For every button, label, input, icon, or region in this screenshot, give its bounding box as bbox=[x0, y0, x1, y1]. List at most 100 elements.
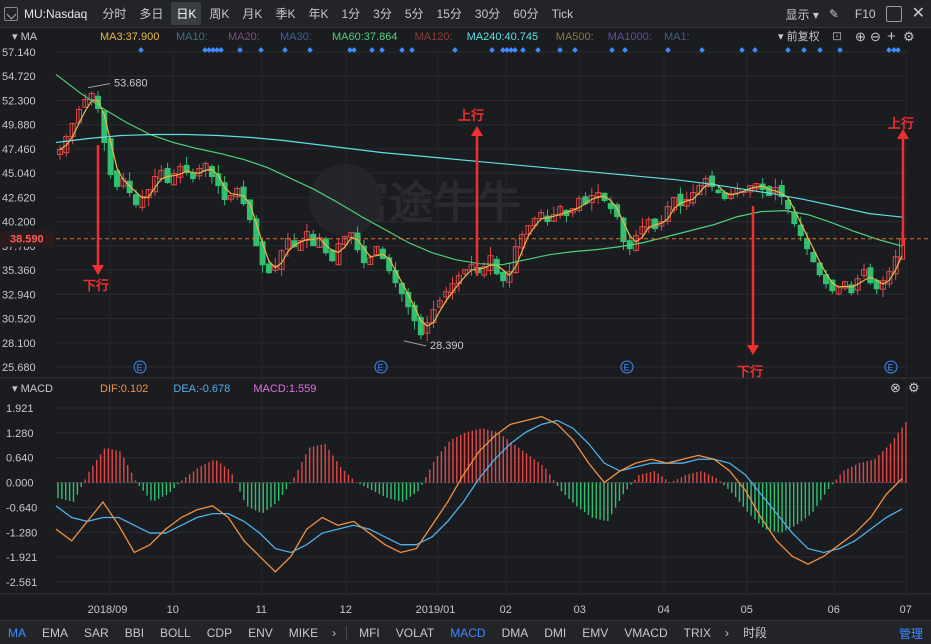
earnings-marker-label-1: E bbox=[378, 363, 384, 373]
candle-body-112 bbox=[766, 186, 773, 197]
period-tab-8[interactable]: 3分 bbox=[368, 2, 397, 25]
dif-line bbox=[55, 415, 903, 573]
arrow-head-1 bbox=[471, 126, 483, 136]
main-indicator-tab-1[interactable]: EMA bbox=[34, 626, 76, 640]
candle-body-12 bbox=[132, 194, 139, 206]
main-ytick-5: 45.040 bbox=[2, 168, 36, 180]
period-tab-11[interactable]: 30分 bbox=[470, 2, 505, 25]
main-indicator-tab-0[interactable]: MA bbox=[0, 626, 34, 640]
top-toolbar: MU:Nasdaq 分时 多日 日K 周K 月K 季K 年K 1分 3分 5分 15分 30分 60分 T… bbox=[0, 0, 931, 28]
high-leader bbox=[87, 83, 111, 89]
candle-body-33 bbox=[265, 263, 272, 274]
ma-legend-8: MA1000: bbox=[608, 31, 652, 43]
watermark-logo bbox=[309, 164, 381, 236]
ma-legend-7: MA500: bbox=[556, 31, 594, 43]
macd-legend-0: DIF:0.102 bbox=[100, 383, 148, 395]
stock-chart[interactable]: ▾ MA MA3:37.900 MA10: MA20: MA30: MA60:37.864… bbox=[0, 28, 931, 620]
main-ytick-2: 52.300 bbox=[2, 95, 36, 107]
candle-body-87 bbox=[607, 203, 614, 210]
main-indicator-label: ▾ MA bbox=[12, 31, 38, 43]
main-indicator-tab-7[interactable]: MIKE bbox=[281, 626, 326, 640]
candle-body-43 bbox=[329, 249, 336, 262]
period-tab-12[interactable]: 60分 bbox=[508, 2, 543, 25]
macd-legend-1: DEA:-0.678 bbox=[173, 383, 230, 395]
xaxis-label-10: 07 bbox=[900, 604, 912, 616]
divider bbox=[346, 625, 348, 640]
more-chevron-icon[interactable]: › bbox=[332, 626, 336, 640]
candle-body-128 bbox=[867, 267, 874, 284]
main-ytick-12: 28.100 bbox=[2, 338, 36, 350]
period-tab-13[interactable]: Tick bbox=[547, 4, 579, 24]
maximize-icon[interactable] bbox=[885, 6, 902, 22]
xaxis-label-7: 04 bbox=[658, 604, 670, 616]
macd-ytick-1: 1.280 bbox=[6, 428, 34, 440]
sub-indicator-tab-5[interactable]: EMV bbox=[574, 626, 616, 640]
indicator-bar: MA EMA SAR BBI BOLL CDP ENV MIKE › MFI VOLAT MACD… bbox=[0, 620, 931, 644]
checkbox-icon[interactable] bbox=[4, 6, 18, 21]
main-indicator-tab-5[interactable]: CDP bbox=[199, 626, 240, 640]
period-tab-10[interactable]: 15分 bbox=[432, 2, 467, 25]
macd-ytick-5: -1.280 bbox=[6, 527, 37, 539]
f10-button[interactable]: F10 bbox=[855, 7, 876, 21]
ma-legend-1: MA10: bbox=[176, 31, 208, 43]
candle-body-53 bbox=[392, 269, 399, 284]
macd-gear-icon: ⚙ bbox=[908, 380, 920, 395]
macd-ytick-2: 0.640 bbox=[6, 453, 34, 465]
candle-body-40 bbox=[310, 233, 317, 247]
period-tab-6[interactable]: 年K bbox=[303, 2, 333, 25]
macd-indicator-label: ▾ MACD bbox=[12, 383, 53, 395]
macd-ytick-6: -1.921 bbox=[6, 552, 37, 564]
sub-indicator-tab-6[interactable]: VMACD bbox=[616, 626, 675, 640]
candle-body-94 bbox=[652, 218, 659, 230]
main-ytick-3: 49.880 bbox=[2, 120, 36, 132]
sub-indicator-tab-4[interactable]: DMI bbox=[536, 626, 574, 640]
main-indicator-tab-3[interactable]: BBI bbox=[117, 626, 152, 640]
period-tab[interactable]: 时段 bbox=[735, 624, 775, 641]
period-tab-1[interactable]: 多日 bbox=[134, 2, 168, 25]
xaxis-label-0: 2018/09 bbox=[88, 604, 128, 616]
symbol-selector[interactable]: MU:Nasdaq bbox=[4, 6, 87, 21]
candle-body-122 bbox=[829, 279, 836, 292]
close-icon[interactable]: ✕ bbox=[912, 6, 925, 22]
display-label: 显示 bbox=[785, 7, 810, 22]
macd-ytick-3: 0.000 bbox=[6, 478, 34, 490]
ma-legend-0: MA3:37.900 bbox=[100, 31, 159, 43]
candle-body-32 bbox=[259, 241, 266, 266]
ma-legend-2: MA20: bbox=[228, 31, 260, 43]
sub-indicator-tab-1[interactable]: VOLAT bbox=[388, 626, 442, 640]
sub-indicator-tab-2[interactable]: MACD bbox=[442, 626, 493, 640]
macd-legend-2: MACD:1.559 bbox=[253, 383, 316, 395]
xaxis-label-9: 06 bbox=[828, 604, 840, 616]
period-tab-7[interactable]: 1分 bbox=[336, 2, 365, 25]
period-tab-4[interactable]: 月K bbox=[237, 2, 267, 25]
add-icon: + bbox=[887, 28, 896, 45]
sub-indicator-tab-0[interactable]: MFI bbox=[351, 626, 388, 640]
sub-indicator-tabs: MFI VOLAT MACD DMA DMI EMV VMACD TRIX bbox=[351, 626, 719, 640]
main-indicator-tab-4[interactable]: BOLL bbox=[152, 626, 199, 640]
sub-indicator-tab-7[interactable]: TRIX bbox=[676, 626, 719, 640]
period-tab-2[interactable]: 日K bbox=[171, 2, 202, 25]
main-indicator-tab-2[interactable]: SAR bbox=[76, 626, 117, 640]
macd-close-icon: ⊗ bbox=[890, 380, 901, 395]
display-menu[interactable]: 显示 ▾ bbox=[785, 6, 818, 23]
candle-body-119 bbox=[810, 252, 817, 263]
zoom-in-icon: ⊕ bbox=[855, 29, 866, 44]
main-ytick-13: 25.680 bbox=[2, 362, 36, 374]
period-tab-3[interactable]: 周K bbox=[204, 2, 234, 25]
low-leader bbox=[403, 340, 427, 347]
manage-button[interactable]: 管理 bbox=[899, 625, 923, 642]
period-tab-9[interactable]: 5分 bbox=[400, 2, 429, 25]
sub-indicator-tab-3[interactable]: DMA bbox=[494, 626, 537, 640]
period-tab-0[interactable]: 分时 bbox=[97, 2, 131, 25]
chart-settings-icon: ⊡ bbox=[832, 29, 842, 43]
main-indicator-tab-6[interactable]: ENV bbox=[240, 626, 281, 640]
more-chevron-icon-2[interactable]: › bbox=[725, 626, 729, 640]
ma-legend-9: MA1: bbox=[664, 31, 690, 43]
macd-ytick-7: -2.561 bbox=[6, 577, 37, 589]
main-ytick-11: 30.520 bbox=[2, 314, 36, 326]
trend-annotation-3: 上行 bbox=[888, 116, 914, 131]
xaxis-label-5: 02 bbox=[500, 604, 512, 616]
period-tab-5[interactable]: 季K bbox=[270, 2, 300, 25]
pencil-icon[interactable]: ✎ bbox=[829, 7, 839, 21]
main-ytick-7: 40.200 bbox=[2, 217, 36, 229]
